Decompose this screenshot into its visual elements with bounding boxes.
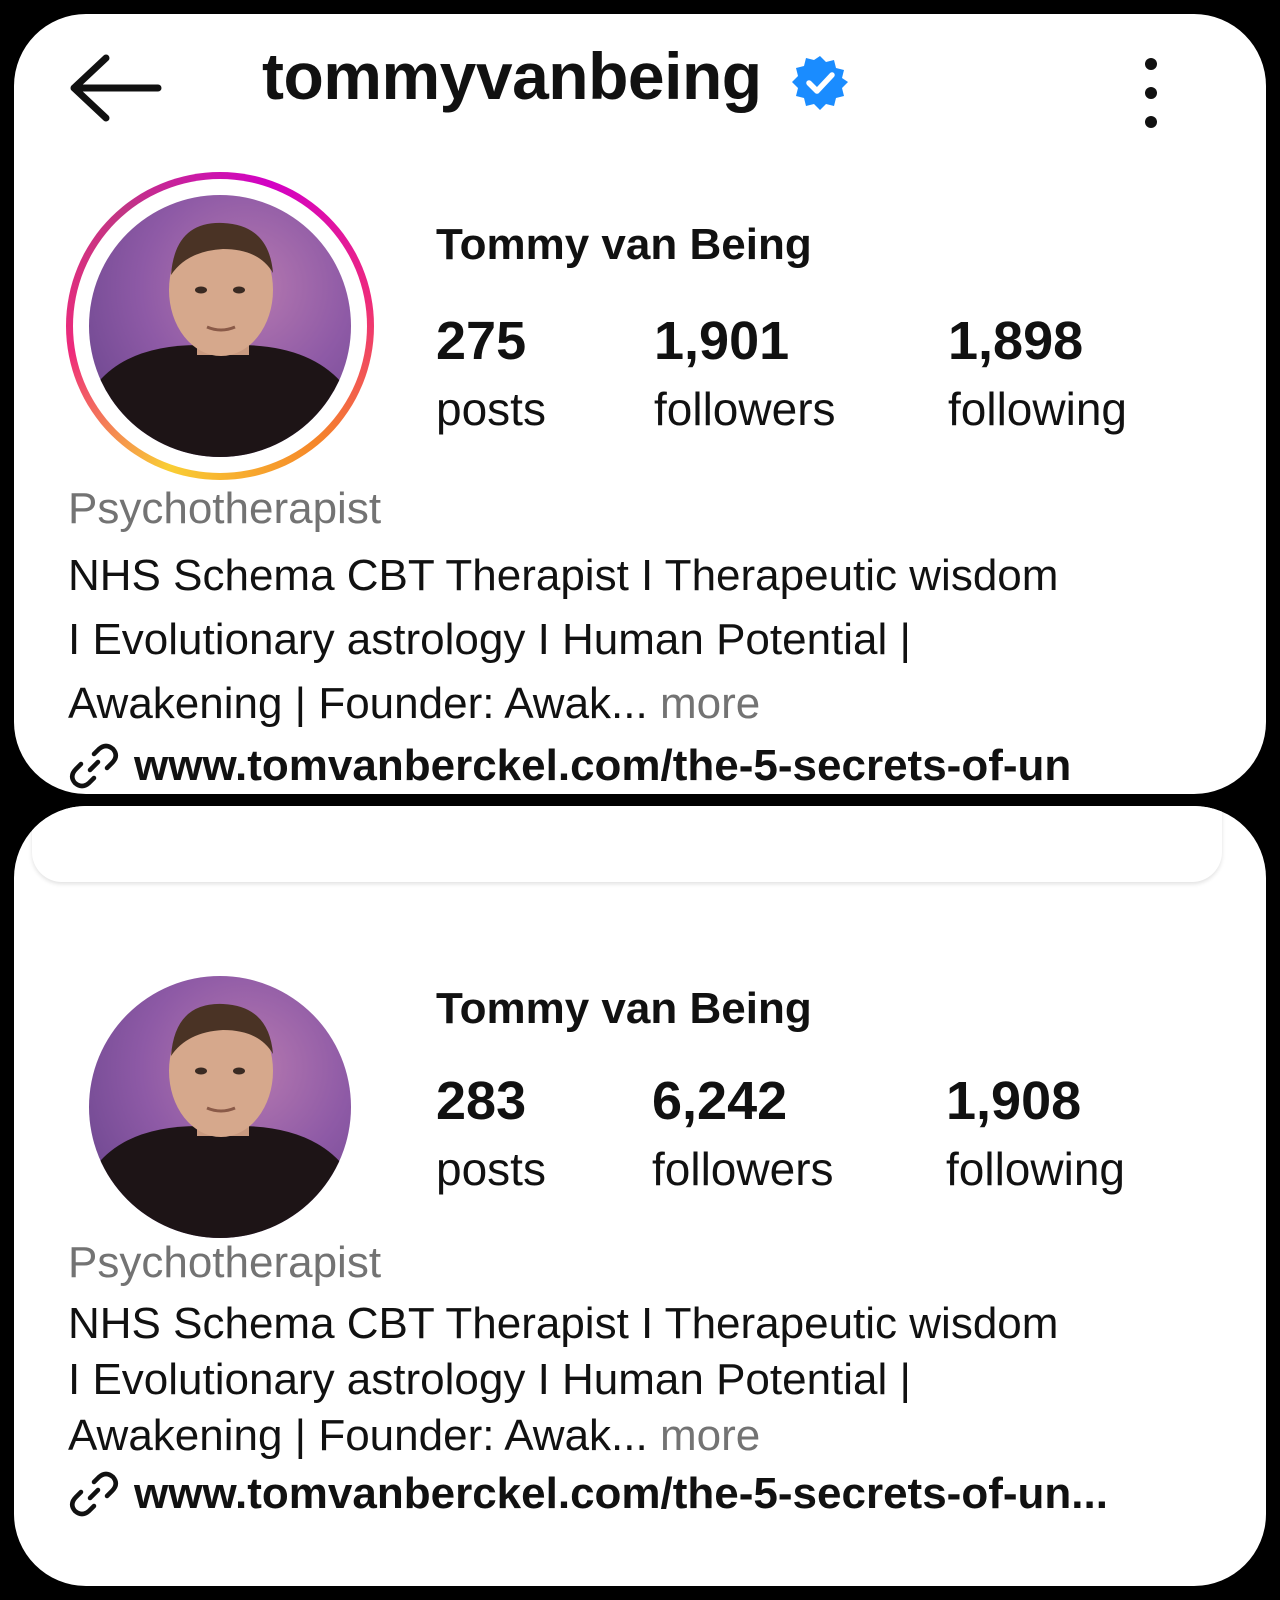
stat-value: 1,908: [946, 1071, 1082, 1131]
profile-link-text: www.tomvanberckel.com/the-5-secrets-of-u…: [134, 741, 1072, 790]
display-name: Tommy van Being: [436, 984, 812, 1033]
stat-following[interactable]: 1,908 following: [946, 1074, 1125, 1192]
stat-value: 1,901: [654, 311, 790, 371]
stat-value: 283: [436, 1071, 527, 1131]
profile-link[interactable]: www.tomvanberckel.com/the-5-secrets-of-u…: [68, 1468, 1108, 1520]
stat-value: 275: [436, 311, 527, 371]
bio-line-last: Awakening | Founder: Awak... more: [68, 1408, 1228, 1464]
stat-label: following: [948, 383, 1127, 435]
profile-bio: NHS Schema CBT Therapist I Therapeutic w…: [68, 544, 1228, 736]
stat-label: followers: [652, 1143, 834, 1195]
stat-posts[interactable]: 275 posts: [436, 314, 546, 432]
stat-following[interactable]: 1,898 following: [948, 314, 1127, 432]
stat-label: following: [946, 1143, 1125, 1195]
bio-line-text: Awakening | Founder: Awak...: [68, 679, 648, 728]
bio-line: NHS Schema CBT Therapist I Therapeutic w…: [68, 1299, 1059, 1348]
bio-more-link[interactable]: more: [660, 679, 760, 728]
stat-label: followers: [654, 383, 836, 435]
bio-line: NHS Schema CBT Therapist I Therapeutic w…: [68, 551, 1059, 600]
profile-category: Psychotherapist: [68, 484, 382, 533]
stat-followers[interactable]: 1,901 followers: [654, 314, 836, 432]
display-name: Tommy van Being: [436, 220, 812, 269]
link-icon: [70, 743, 118, 789]
avatar[interactable]: [89, 976, 351, 1238]
profile-link-text: www.tomvanberckel.com/the-5-secrets-of-u…: [134, 1469, 1108, 1518]
profile-card-bottom: Tommy van Being 283 posts 6,242 follower…: [14, 806, 1266, 1586]
bio-line-last: Awakening | Founder: Awak... more: [68, 672, 1228, 736]
avatar-portrait-icon: [89, 222, 351, 457]
header-bar: [32, 806, 1222, 882]
stat-followers[interactable]: 6,242 followers: [652, 1074, 834, 1192]
profile-link[interactable]: www.tomvanberckel.com/the-5-secrets-of-u…: [68, 740, 1071, 792]
arrow-left-icon[interactable]: [66, 52, 166, 124]
verified-badge-icon: [792, 56, 848, 110]
bio-more-link[interactable]: more: [660, 1411, 760, 1460]
profile-category: Psychotherapist: [68, 1238, 382, 1287]
avatar[interactable]: [89, 195, 351, 457]
stat-label: posts: [436, 1143, 546, 1195]
link-icon: [70, 1471, 118, 1517]
bio-line-text: Awakening | Founder: Awak...: [68, 1411, 648, 1460]
profile-bio: NHS Schema CBT Therapist I Therapeutic w…: [68, 1296, 1228, 1464]
stat-value: 6,242: [652, 1071, 788, 1131]
bio-line: I Evolutionary astrology I Human Potenti…: [68, 615, 911, 664]
bio-line: I Evolutionary astrology I Human Potenti…: [68, 1355, 911, 1404]
more-vertical-icon[interactable]: [1134, 50, 1168, 136]
profile-username: tommyvanbeing: [262, 39, 762, 113]
avatar-portrait-icon: [89, 1003, 351, 1238]
stat-posts[interactable]: 283 posts: [436, 1074, 546, 1192]
stat-label: posts: [436, 383, 546, 435]
profile-card-top: tommyvanbeing Tommy van Being 275 posts …: [14, 14, 1266, 794]
stat-value: 1,898: [948, 311, 1084, 371]
